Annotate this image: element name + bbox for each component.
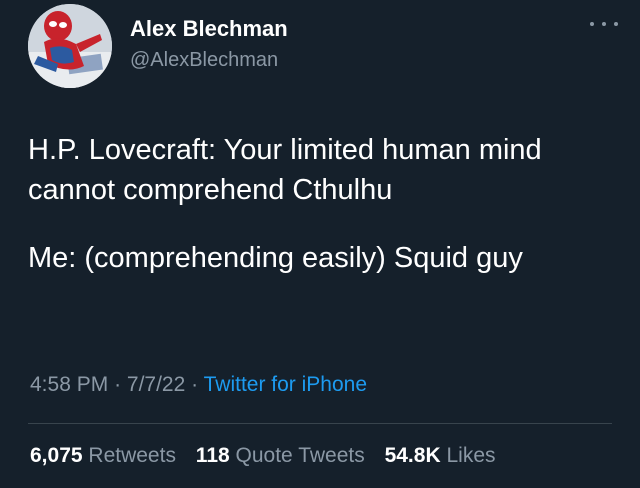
meta-separator: · (114, 373, 122, 396)
tweet-stats: 6,075 Retweets 118 Quote Tweets 54.8K Li… (30, 444, 510, 468)
tweet-time[interactable]: 4:58 PM (30, 373, 108, 396)
dot-icon (602, 22, 606, 26)
retweets-label: Retweets (88, 444, 176, 467)
author-name[interactable]: Alex Blechman (130, 16, 288, 42)
dot-icon (590, 22, 594, 26)
tweet-meta: 4:58 PM · 7/7/22 · Twitter for iPhone (30, 373, 367, 397)
divider (28, 423, 612, 424)
quote-tweets-label: Quote Tweets (235, 444, 365, 467)
tweet-text-line: H.P. Lovecraft: Your limited human mind … (28, 134, 542, 206)
retweets-stat[interactable]: 6,075 Retweets (30, 444, 176, 467)
likes-stat[interactable]: 54.8K Likes (385, 444, 496, 467)
tweet-card: Alex Blechman @AlexBlechman H.P. Lovecra… (0, 0, 640, 488)
author-handle[interactable]: @AlexBlechman (130, 49, 278, 72)
dot-icon (614, 22, 618, 26)
likes-label: Likes (446, 444, 496, 467)
quote-tweets-count: 118 (195, 444, 230, 467)
more-options-icon[interactable] (590, 14, 618, 34)
meta-separator: · (191, 373, 199, 396)
quote-tweets-stat[interactable]: 118 Quote Tweets (196, 444, 365, 467)
retweets-count: 6,075 (30, 444, 83, 467)
spiderman-avatar-icon[interactable] (28, 4, 112, 88)
likes-count: 54.8K (384, 444, 441, 467)
tweet-source-link[interactable]: Twitter for iPhone (204, 373, 367, 396)
tweet-text-line: Me: (comprehending easily) Squid guy (28, 242, 523, 274)
tweet-date[interactable]: 7/7/22 (127, 373, 185, 396)
